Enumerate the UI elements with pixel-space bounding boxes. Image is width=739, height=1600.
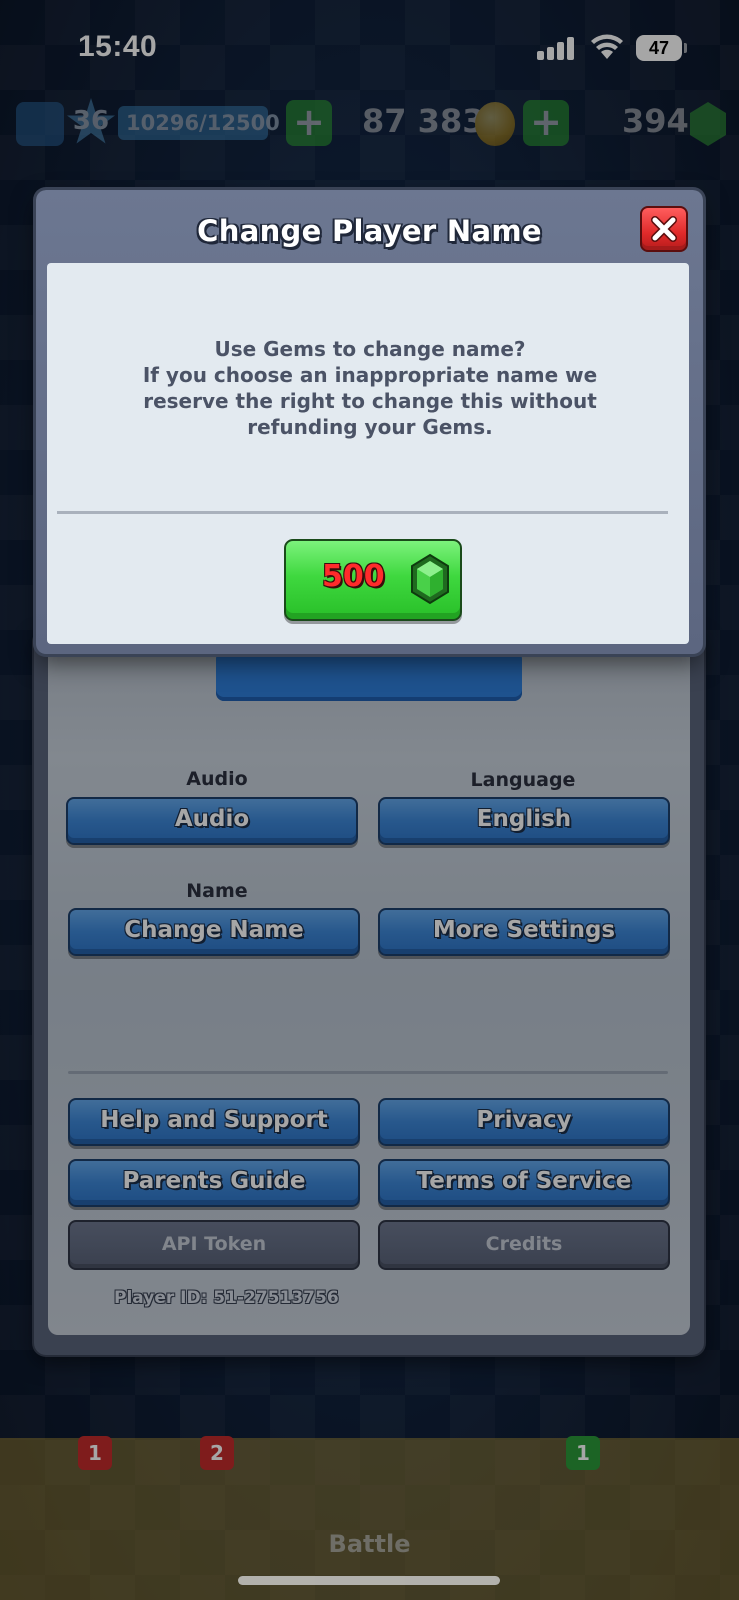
- dialog-message: Use Gems to change name? If you choose a…: [100, 336, 640, 440]
- dialog-divider: [57, 511, 668, 514]
- pay-gems-button[interactable]: 500: [284, 539, 462, 621]
- close-button[interactable]: [640, 206, 688, 252]
- gem-icon: [411, 553, 449, 605]
- message-line: If you choose an inappropriate name we: [142, 363, 598, 387]
- dialog-title: Change Player Name: [197, 214, 542, 248]
- home-indicator: [238, 1576, 500, 1585]
- message-line: refunding your Gems.: [247, 415, 493, 439]
- close-icon: [651, 216, 677, 242]
- message-line: Use Gems to change name?: [214, 337, 526, 361]
- gem-price: 500: [322, 559, 385, 594]
- message-line: reserve the right to change this without: [143, 389, 597, 413]
